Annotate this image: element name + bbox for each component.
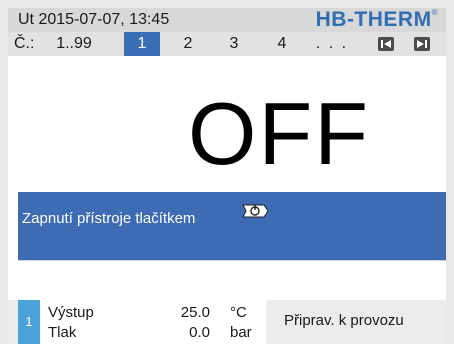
unit-summary: 1 Výstup 25.0 °C Tlak 0.0 bar Připrav. k…	[8, 300, 446, 344]
measurement-value: 0.0	[189, 324, 210, 341]
operating-status: OFF	[188, 84, 370, 183]
skip-back-icon[interactable]	[378, 37, 394, 51]
nav-ellipsis: . . .	[315, 35, 349, 52]
measurement-label: Výstup	[48, 304, 94, 321]
info-message: Zapnutí přístroje tlačítkem	[22, 210, 196, 227]
measurement-unit: bar	[230, 324, 252, 341]
measurement-value: 25.0	[180, 304, 210, 321]
device-screen: Ut 2015-07-07, 13:45 HB-THERM® Č.: 1..99…	[8, 8, 446, 344]
nav-label: Č.:	[14, 35, 35, 52]
measurement-row: Výstup 25.0 °C	[40, 304, 266, 324]
tab-unit-1[interactable]: 1	[124, 32, 160, 56]
info-bar: Zapnutí přístroje tlačítkem	[18, 192, 446, 260]
header-bar: Ut 2015-07-07, 13:45 HB-THERM®	[8, 8, 446, 32]
brand-logo: HB-THERM®	[315, 8, 438, 31]
power-key-icon	[240, 201, 270, 221]
skip-forward-icon[interactable]	[414, 37, 430, 51]
measurement-unit: °C	[230, 304, 247, 321]
unit-navigation: Č.: 1..99 1 2 3 4 . . .	[8, 32, 446, 56]
datetime: Ut 2015-07-07, 13:45	[18, 11, 170, 28]
unit-number-badge: 1	[18, 300, 40, 344]
nav-range[interactable]: 1..99	[54, 32, 94, 56]
measurement-row: Tlak 0.0 bar	[40, 324, 266, 344]
tab-unit-4[interactable]: 4	[270, 32, 294, 56]
measurement-table: Výstup 25.0 °C Tlak 0.0 bar	[40, 300, 266, 344]
tab-unit-3[interactable]: 3	[222, 32, 246, 56]
status-display: OFF	[8, 56, 446, 192]
tab-unit-2[interactable]: 2	[176, 32, 200, 56]
empty-message-row	[18, 260, 446, 301]
device-state: Připrav. k provozu	[284, 312, 404, 329]
measurement-label: Tlak	[48, 324, 77, 341]
